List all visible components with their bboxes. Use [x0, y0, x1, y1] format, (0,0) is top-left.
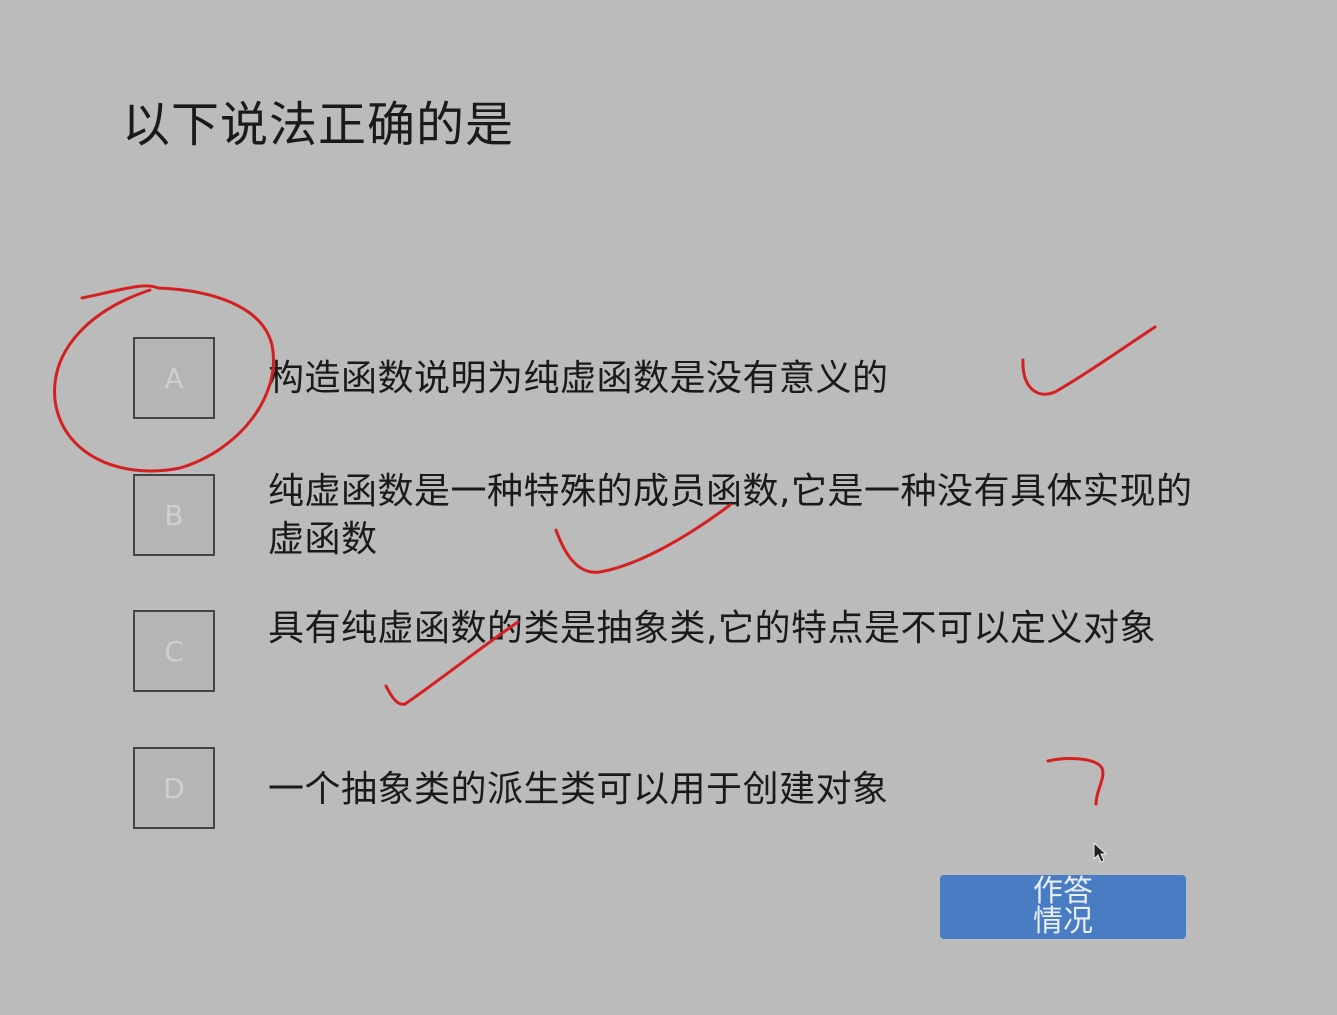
option-b-text: 纯虚函数是一种特殊的成员函数,它是一种没有具体实现的虚函数 — [268, 471, 1193, 560]
question-title: 以下说法正确的是 — [122, 97, 515, 153]
option-c-letter: C — [164, 634, 184, 668]
option-c-checkbox[interactable]: C — [133, 610, 215, 692]
option-a-checkbox[interactable]: A — [133, 337, 215, 419]
option-b-checkbox[interactable]: B — [133, 474, 215, 556]
answer-status-label: 作答情况 — [1033, 874, 1093, 939]
option-b-letter: B — [164, 498, 184, 532]
answer-status-button[interactable]: 作答情况 — [940, 875, 1186, 939]
mouse-pointer-icon — [1093, 842, 1107, 863]
option-d-text: 一个抽象类的派生类可以用于创建对象 — [268, 769, 889, 810]
option-d-checkbox[interactable]: D — [133, 747, 215, 829]
option-a-text: 构造函数说明为纯虚函数是没有意义的 — [268, 358, 889, 399]
option-a-letter: A — [164, 361, 184, 395]
option-d-letter: D — [163, 771, 185, 805]
option-c-text: 具有纯虚函数的类是抽象类,它的特点是不可以定义对象 — [268, 608, 1156, 649]
